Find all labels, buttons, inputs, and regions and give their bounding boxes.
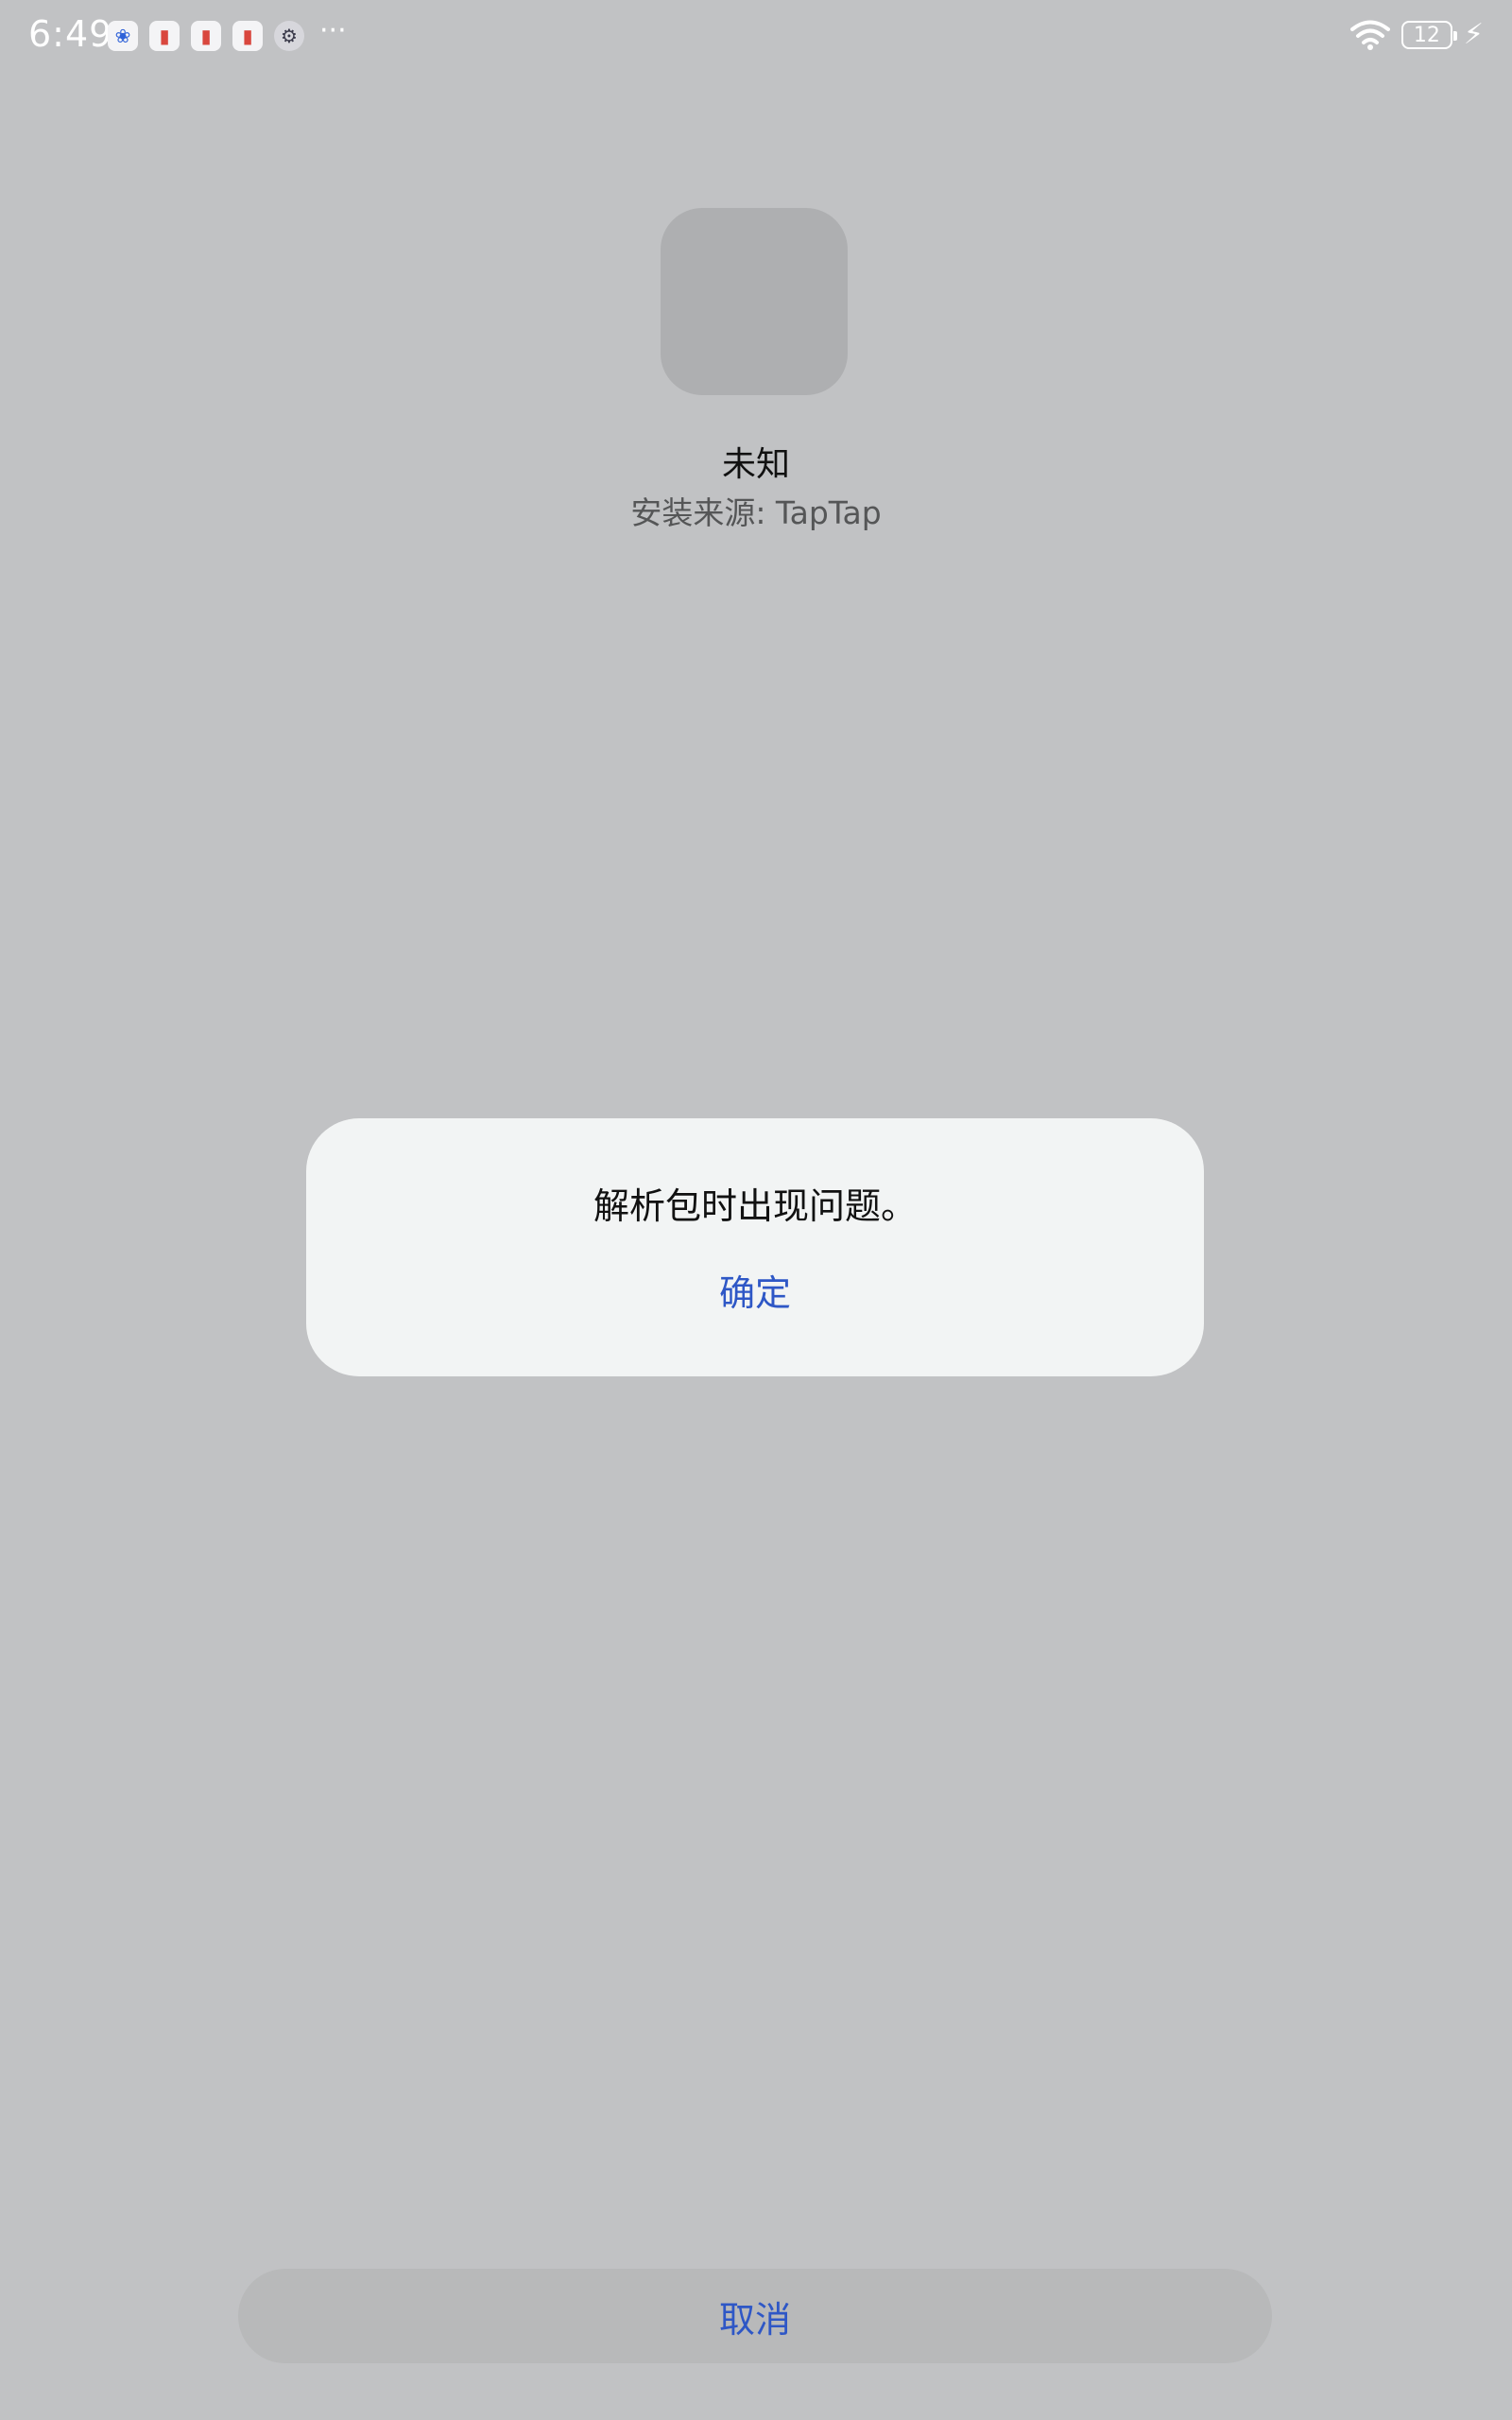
cancel-button[interactable]: 取消 (238, 2269, 1272, 2363)
install-source: 安装来源: TapTap (630, 494, 882, 531)
wifi-icon (1349, 19, 1390, 51)
status-bar: 6:49 ❀ ▮ ▮ ▮ ⚙ ··· 12 ⚡ (0, 0, 1512, 76)
battery-icon: 12 (1400, 21, 1457, 49)
red-book-icon: ▮ (232, 21, 263, 51)
battery-level: 12 (1413, 23, 1440, 47)
app-icon-placeholder (661, 208, 848, 395)
app-name: 未知 (721, 445, 790, 484)
charging-icon: ⚡ (1463, 18, 1484, 51)
red-book-icon: ▮ (149, 21, 180, 51)
red-book-icon: ▮ (191, 21, 221, 51)
notification-icons: ❀ ▮ ▮ ▮ ⚙ ··· (108, 17, 347, 51)
more-notifications-indicator: ··· (319, 14, 347, 47)
status-right: 12 ⚡ (1349, 18, 1484, 51)
ok-button[interactable]: 确定 (661, 1260, 850, 1326)
baidu-icon: ❀ (108, 21, 138, 51)
screen: 6:49 ❀ ▮ ▮ ▮ ⚙ ··· 12 ⚡ 未知 安装来源: TapTap … (0, 0, 1512, 2420)
settings-gear-icon: ⚙ (274, 21, 304, 51)
status-time: 6:49 (28, 13, 113, 55)
error-dialog: 解析包时出现问题。 确定 (306, 1118, 1204, 1376)
dialog-message: 解析包时出现问题。 (593, 1185, 917, 1227)
